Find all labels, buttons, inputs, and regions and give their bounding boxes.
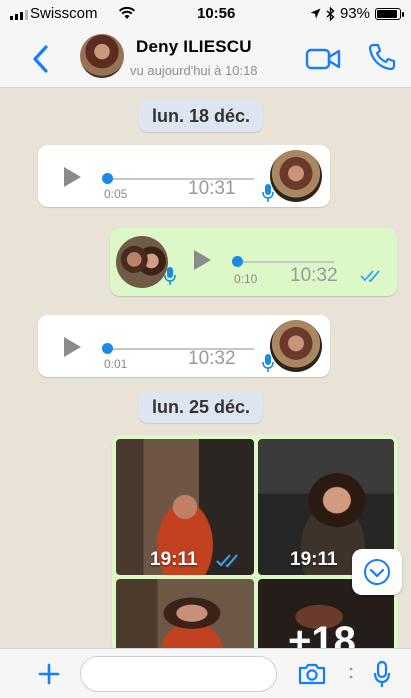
location-arrow-icon (310, 8, 321, 19)
battery-icon (375, 7, 404, 20)
last-seen-status: vu aujourd'hui à 10:18 (130, 63, 258, 78)
photo-time: 19:11 (290, 549, 338, 570)
status-time: 10:56 (197, 5, 236, 22)
plus-icon[interactable] (38, 663, 60, 685)
wifi-icon (118, 6, 136, 19)
voice-duration: 0:05 (104, 187, 128, 201)
camera-icon[interactable] (297, 662, 327, 686)
voice-duration: 0:10 (234, 272, 258, 286)
message-composer (0, 648, 411, 698)
message-time: 10:31 (188, 178, 236, 199)
play-icon[interactable] (64, 337, 81, 357)
play-icon[interactable] (194, 250, 211, 270)
back-chevron-icon[interactable] (30, 44, 52, 74)
chat-header: Swisscom 10:56 93% Deny ILIESCU vu aujou… (0, 0, 411, 88)
contact-name[interactable]: Deny ILIESCU (136, 37, 252, 57)
message-input[interactable] (80, 656, 277, 692)
phone-icon[interactable] (367, 42, 397, 72)
bluetooth-icon (326, 6, 335, 21)
photo-thumbnail[interactable] (116, 579, 254, 648)
voice-message[interactable]: 0:10 10:32 (110, 228, 397, 296)
chat-thread[interactable]: lun. 18 déc. 0:05 10:31 0:10 10:32 0:01 … (0, 89, 411, 648)
separator-dots-icon (349, 667, 353, 679)
voice-duration: 0:01 (104, 357, 128, 371)
progress-track[interactable] (234, 261, 334, 263)
sender-avatar (270, 320, 322, 372)
read-receipt-icon (360, 270, 380, 283)
voice-message[interactable]: 0:01 10:32 (38, 315, 330, 377)
microphone-icon (164, 267, 176, 285)
play-icon[interactable] (64, 167, 81, 187)
scroll-to-bottom-button[interactable] (352, 549, 402, 595)
battery-level-fill (377, 9, 398, 18)
progress-handle[interactable] (232, 256, 243, 267)
photo-thumbnail[interactable]: 19:11 (116, 439, 254, 575)
sender-avatar (270, 150, 322, 202)
battery-percentage: 93% (339, 5, 370, 22)
microphone-icon[interactable] (373, 660, 391, 688)
date-separator: lun. 18 déc. (139, 100, 264, 132)
more-photos-count: +18 (288, 619, 356, 648)
date-separator: lun. 25 déc. (139, 391, 264, 423)
progress-handle[interactable] (102, 173, 113, 184)
cellular-signal-icon (10, 10, 28, 20)
photo-album-message[interactable]: 19:11 19:11 +18 (112, 435, 398, 648)
message-time: 10:32 (290, 265, 338, 286)
progress-handle[interactable] (102, 343, 113, 354)
read-receipt-icon (216, 554, 238, 568)
carrier-name: Swisscom (30, 5, 98, 22)
chevron-down-circle-icon (364, 559, 390, 585)
status-right: 93% (310, 5, 404, 22)
sender-avatar (116, 236, 168, 288)
status-bar: Swisscom 10:56 93% (0, 0, 411, 28)
video-call-icon[interactable] (305, 47, 343, 71)
voice-message[interactable]: 0:05 10:31 (38, 145, 330, 207)
message-time: 10:32 (188, 348, 236, 369)
contact-avatar[interactable] (80, 34, 124, 78)
photo-time: 19:11 (150, 549, 198, 570)
